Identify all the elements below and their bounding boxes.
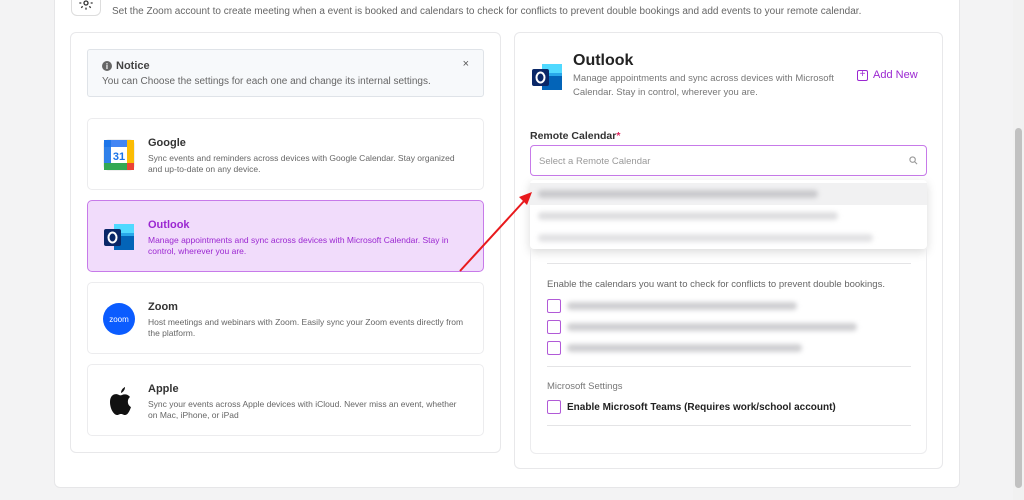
annotation-arrow	[459, 192, 532, 272]
scrollbar-thumb[interactable]	[1015, 128, 1022, 488]
